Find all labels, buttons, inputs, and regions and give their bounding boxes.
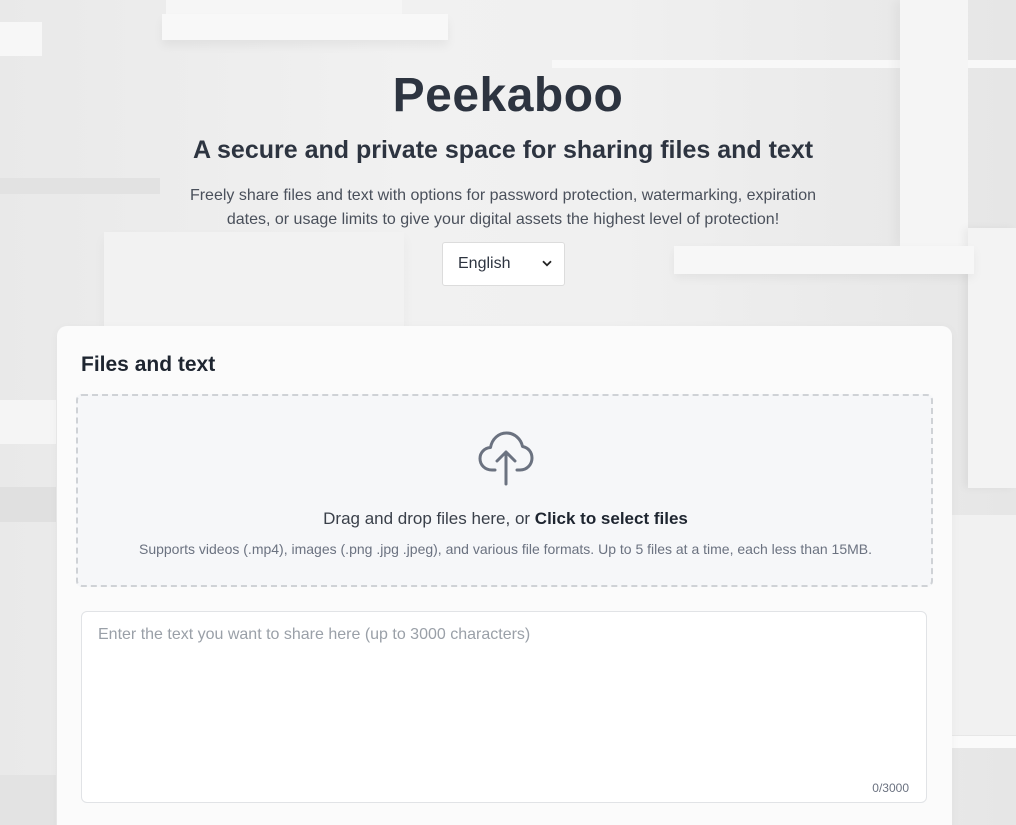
share-text-container: 0/3000 (81, 611, 927, 803)
cloud-upload-icon (476, 426, 536, 486)
dropzone-text: Drag and drop files here, or Click to se… (78, 509, 933, 529)
page-title: Peekaboo (392, 69, 624, 122)
background-block (674, 246, 974, 274)
background-block (0, 487, 56, 522)
background-block (0, 400, 56, 444)
background-block (952, 515, 1016, 735)
dropzone-text-prefix: Drag and drop files here, or (323, 509, 535, 528)
background-block (166, 0, 402, 40)
dropzone-hint: Supports videos (.mp4), images (.png .jp… (138, 541, 873, 557)
background-block (552, 60, 1016, 68)
page-description: Freely share files and text with options… (189, 187, 817, 228)
background-block (162, 14, 448, 40)
file-dropzone[interactable]: Drag and drop files here, or Click to se… (76, 394, 933, 587)
background-block (104, 232, 404, 327)
character-counter: 0/3000 (872, 781, 909, 795)
select-files-link[interactable]: Click to select files (535, 509, 688, 528)
background-block (900, 0, 968, 246)
card-title: Files and text (81, 353, 216, 376)
background-block (0, 775, 56, 825)
page-subtitle: A secure and private space for sharing f… (192, 136, 814, 164)
background-block (0, 22, 42, 56)
language-select[interactable]: English (442, 242, 565, 286)
share-text-input[interactable] (82, 612, 926, 802)
language-select-value: English (458, 255, 511, 272)
background-block (968, 228, 1016, 488)
chevron-down-icon (542, 258, 552, 270)
background-block (952, 736, 1016, 748)
share-card: Files and text Drag and drop files here,… (57, 326, 952, 825)
background-block (0, 178, 160, 194)
